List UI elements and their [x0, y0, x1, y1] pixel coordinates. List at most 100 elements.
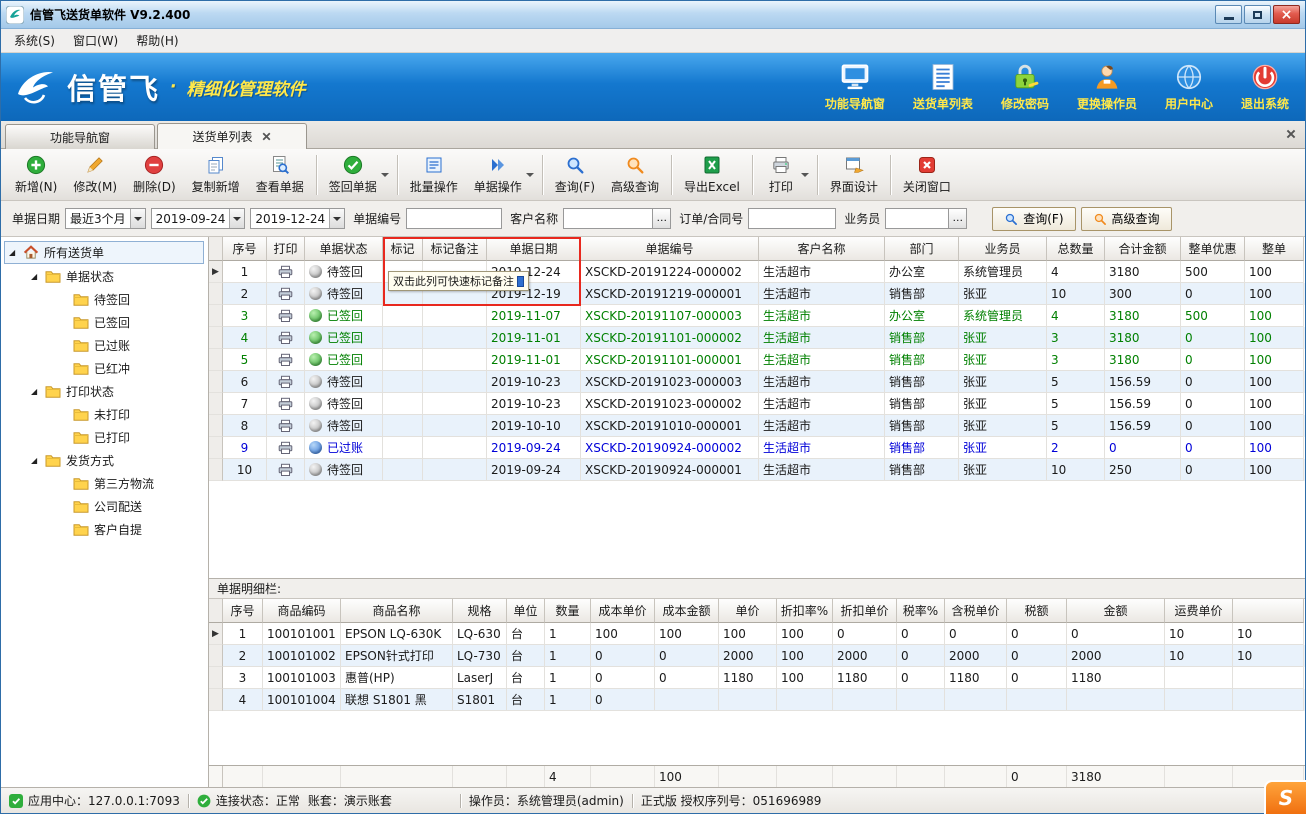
date-range-select[interactable]: 最近3个月: [65, 208, 146, 229]
delivery-table-row[interactable]: 2待签回2019-12-19XSCKD-20191219-000001生活超市销…: [209, 283, 1305, 305]
item-table-row[interactable]: 4100101004联想 S1801 黑S1801台10: [209, 689, 1305, 711]
item-table-row[interactable]: 3100101003惠普(HP)LaserJ台10011801001180011…: [209, 667, 1305, 689]
column-header[interactable]: 整单优惠: [1181, 237, 1245, 261]
column-header[interactable]: 序号: [223, 599, 263, 623]
toolbar-button-delete[interactable]: 删除(D): [125, 152, 184, 198]
date-from-select[interactable]: 2019-09-24: [151, 208, 246, 229]
date-to-select[interactable]: 2019-12-24: [250, 208, 345, 229]
menu-item-help[interactable]: 帮助(H): [127, 29, 187, 52]
column-header[interactable]: 商品编码: [263, 599, 341, 623]
customer-lookup-button[interactable]: …: [653, 208, 671, 229]
column-header[interactable]: 折扣率%: [777, 599, 833, 623]
toolbar-button-edit[interactable]: 修改(M): [65, 152, 125, 198]
tabstrip-close-button[interactable]: [1285, 128, 1297, 140]
toolbar-button-adv-query[interactable]: 高级查询: [603, 152, 667, 198]
delivery-table-row[interactable]: 8待签回2019-10-10XSCKD-20191010-000001生活超市销…: [209, 415, 1305, 437]
delivery-table-row[interactable]: 6待签回2019-10-23XSCKD-20191023-000003生活超市销…: [209, 371, 1305, 393]
column-header[interactable]: 部门: [885, 237, 959, 261]
column-header[interactable]: 序号: [223, 237, 267, 261]
delivery-table-row[interactable]: ▶1待签回2019-12-24XSCKD-20191224-000002生活超市…: [209, 261, 1305, 283]
toolbar-button-export-excel[interactable]: 导出Excel: [676, 152, 748, 198]
column-header[interactable]: 成本单价: [591, 599, 655, 623]
tree-group[interactable]: ◢发货方式: [1, 449, 208, 472]
column-header[interactable]: 数量: [545, 599, 591, 623]
toolbar-button-query[interactable]: 查询(F): [547, 152, 603, 198]
chevron-down-icon[interactable]: [329, 209, 344, 228]
query-button[interactable]: 查询(F): [992, 207, 1075, 231]
minimize-button[interactable]: [1215, 5, 1242, 24]
tree-group[interactable]: ◢打印状态: [1, 380, 208, 403]
adv-query-button[interactable]: 高级查询: [1081, 207, 1172, 231]
delivery-table-row[interactable]: 4已签回2019-11-01XSCKD-20191101-000002生活超市销…: [209, 327, 1305, 349]
column-header[interactable]: 合计金额: [1105, 237, 1181, 261]
banner-action-exit-system[interactable]: 退出系统: [1241, 62, 1289, 112]
salesman-input[interactable]: [885, 208, 949, 229]
column-header[interactable]: 税额: [1007, 599, 1067, 623]
tree-item[interactable]: 未打印: [1, 403, 208, 426]
tree-group[interactable]: ◢单据状态: [1, 265, 208, 288]
delivery-table-row[interactable]: 10待签回2019-09-24XSCKD-20190924-000001生活超市…: [209, 459, 1305, 481]
column-header[interactable]: 金额: [1067, 599, 1165, 623]
delivery-table-row[interactable]: 3已签回2019-11-07XSCKD-20191107-000003生活超市办…: [209, 305, 1305, 327]
column-header[interactable]: 整单: [1245, 237, 1304, 261]
restore-button[interactable]: [1244, 5, 1271, 24]
chevron-down-icon[interactable]: [381, 173, 389, 181]
tree-item[interactable]: 待签回: [1, 288, 208, 311]
doc-no-input[interactable]: [406, 208, 502, 229]
salesman-lookup-button[interactable]: …: [949, 208, 967, 229]
banner-action-change-password[interactable]: 修改密码: [1001, 62, 1049, 112]
column-header[interactable]: 单据日期: [487, 237, 581, 261]
menu-item-window[interactable]: 窗口(W): [64, 29, 127, 52]
toolbar-button-doc-ops[interactable]: 单据操作: [466, 152, 538, 198]
delivery-table-row[interactable]: 9已过账2019-09-24XSCKD-20190924-000002生活超市销…: [209, 437, 1305, 459]
column-header[interactable]: 单位: [507, 599, 545, 623]
column-header[interactable]: 标记: [383, 237, 423, 261]
column-header[interactable]: 商品名称: [341, 599, 453, 623]
toolbar-button-copy-new[interactable]: 复制新增: [184, 152, 248, 198]
item-table-row[interactable]: ▶1100101001EPSON LQ-630KLQ-630台110010010…: [209, 623, 1305, 645]
tree-item[interactable]: 已打印: [1, 426, 208, 449]
column-header[interactable]: 业务员: [959, 237, 1047, 261]
column-header[interactable]: 标记备注: [423, 237, 487, 261]
sogou-ime-icon[interactable]: S: [1264, 780, 1306, 814]
banner-action-switch-operator[interactable]: 更换操作员: [1077, 62, 1137, 112]
close-button[interactable]: ×: [1273, 5, 1300, 24]
toolbar-button-view-doc[interactable]: 查看单据: [248, 152, 312, 198]
column-header[interactable]: 单价: [719, 599, 777, 623]
column-header[interactable]: 打印: [267, 237, 305, 261]
item-table-row[interactable]: 2100101002EPSON针式打印LQ-730台10020001002000…: [209, 645, 1305, 667]
tab-close-icon[interactable]: [261, 131, 272, 142]
delivery-table-row[interactable]: 7待签回2019-10-23XSCKD-20191023-000002生活超市销…: [209, 393, 1305, 415]
tab-nav-window[interactable]: 功能导航窗: [5, 124, 155, 149]
column-header[interactable]: [209, 237, 223, 261]
tree-item[interactable]: 公司配送: [1, 495, 208, 518]
column-header[interactable]: [209, 599, 223, 623]
chevron-down-icon[interactable]: [801, 173, 809, 181]
column-header[interactable]: 单据状态: [305, 237, 383, 261]
column-header[interactable]: 总数量: [1047, 237, 1105, 261]
banner-action-nav-window[interactable]: 功能导航窗: [825, 62, 885, 112]
tree-item[interactable]: 第三方物流: [1, 472, 208, 495]
toolbar-button-close-window[interactable]: 关闭窗口: [895, 152, 959, 198]
toolbar-button-add[interactable]: 新增(N): [7, 152, 65, 198]
order-no-input[interactable]: [748, 208, 836, 229]
toolbar-button-sign-back[interactable]: 签回单据: [321, 152, 393, 198]
chevron-down-icon[interactable]: [130, 209, 145, 228]
tree-item[interactable]: 已签回: [1, 311, 208, 334]
chevron-down-icon[interactable]: [526, 173, 534, 181]
column-header[interactable]: 折扣单价: [833, 599, 897, 623]
customer-input[interactable]: [563, 208, 653, 229]
column-header[interactable]: 运费单价: [1165, 599, 1233, 623]
banner-action-delivery-list[interactable]: 送货单列表: [913, 62, 973, 112]
column-header[interactable]: 成本金额: [655, 599, 719, 623]
banner-action-user-center[interactable]: 用户中心: [1165, 62, 1213, 112]
column-header[interactable]: 客户名称: [759, 237, 885, 261]
column-header[interactable]: 税率%: [897, 599, 945, 623]
column-header[interactable]: 含税单价: [945, 599, 1007, 623]
chevron-down-icon[interactable]: [229, 209, 244, 228]
column-header[interactable]: [1233, 599, 1304, 623]
tree-item[interactable]: 已红冲: [1, 357, 208, 380]
toolbar-button-print[interactable]: 打印: [757, 152, 813, 198]
tree-item[interactable]: 客户自提: [1, 518, 208, 541]
tree-item[interactable]: 已过账: [1, 334, 208, 357]
